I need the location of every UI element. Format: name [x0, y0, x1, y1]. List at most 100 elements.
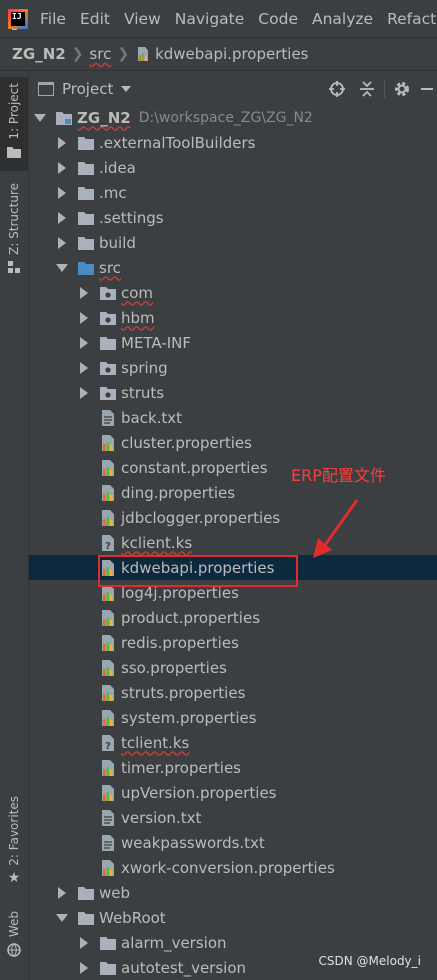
tree-toggle[interactable]	[55, 880, 69, 905]
collapsed-arrow-icon[interactable]	[58, 161, 66, 174]
breadcrumb-project[interactable]: ZG_N2	[12, 45, 66, 63]
tree-row[interactable]: .settings	[29, 205, 437, 230]
tree-row[interactable]: system.properties	[29, 705, 437, 730]
tree-row[interactable]: build	[29, 230, 437, 255]
project-panel-header: Project	[29, 71, 437, 107]
tree-row[interactable]: spring	[29, 355, 437, 380]
tree-row[interactable]: jdbclogger.properties	[29, 505, 437, 530]
tree-toggle[interactable]	[77, 280, 91, 305]
collapsed-arrow-icon[interactable]	[80, 311, 88, 324]
collapsed-arrow-icon[interactable]	[80, 936, 88, 949]
collapsed-arrow-icon[interactable]	[58, 886, 66, 899]
collapsed-arrow-icon[interactable]	[80, 286, 88, 299]
left-tool-window-strip: 1: Project Z: Structure 2: Favorites ★ W…	[0, 71, 29, 980]
tree-item-label: jdbclogger.properties	[121, 508, 281, 527]
tree-toggle[interactable]	[55, 180, 69, 205]
folder-icon	[78, 211, 94, 225]
breadcrumb: ZG_N2 ❯ src ❯ kdwebapi.properties	[0, 37, 437, 71]
tree-row[interactable]: product.properties	[29, 605, 437, 630]
tree-row[interactable]: alarm_version	[29, 930, 437, 955]
properties-file-icon	[102, 659, 114, 676]
collapsed-arrow-icon[interactable]	[58, 211, 66, 224]
tree-toggle[interactable]	[55, 905, 69, 930]
tree-row[interactable]: .idea	[29, 155, 437, 180]
collapsed-arrow-icon[interactable]	[80, 961, 88, 974]
tree-row[interactable]: struts.properties	[29, 680, 437, 705]
tree-row[interactable]: ? tclient.ks	[29, 730, 437, 755]
tree-toggle	[77, 680, 91, 705]
tree-item-label: .externalToolBuilders	[99, 133, 256, 152]
tree-item-label: .settings	[99, 208, 164, 227]
tree-row[interactable]: xwork-conversion.properties	[29, 855, 437, 880]
tree-toggle[interactable]	[77, 930, 91, 955]
tree-toggle	[77, 405, 91, 430]
collapsed-arrow-icon[interactable]	[80, 361, 88, 374]
tree-row[interactable]: weakpasswords.txt	[29, 830, 437, 855]
tree-toggle	[77, 505, 91, 530]
tree-toggle[interactable]	[77, 355, 91, 380]
tree-row[interactable]: version.txt	[29, 805, 437, 830]
tree-row[interactable]: web	[29, 880, 437, 905]
collapsed-arrow-icon[interactable]	[80, 336, 88, 349]
tree-toggle[interactable]	[77, 955, 91, 980]
breadcrumb-src[interactable]: src	[89, 45, 111, 63]
properties-file-icon	[102, 709, 114, 726]
chevron-down-icon[interactable]	[121, 85, 132, 92]
collapse-all-icon[interactable]	[352, 80, 382, 98]
tree-item-label: .mc	[99, 183, 127, 202]
tree-toggle[interactable]	[55, 205, 69, 230]
tree-row[interactable]: back.txt	[29, 405, 437, 430]
tree-toggle[interactable]	[77, 380, 91, 405]
expanded-arrow-icon[interactable]	[56, 263, 68, 272]
tree-toggle[interactable]	[77, 305, 91, 330]
menu-navigate[interactable]: Navigate	[175, 10, 245, 28]
collapsed-arrow-icon[interactable]	[80, 386, 88, 399]
tree-row[interactable]: ? kclient.ks	[29, 530, 437, 555]
tree-row[interactable]: .externalToolBuilders	[29, 130, 437, 155]
tab-project[interactable]: 1: Project	[0, 77, 28, 171]
menu-file[interactable]: File	[40, 10, 66, 28]
tree-row[interactable]: timer.properties	[29, 755, 437, 780]
menu-edit[interactable]: Edit	[80, 10, 110, 28]
tree-toggle[interactable]	[55, 255, 69, 280]
tree-row[interactable]: com	[29, 280, 437, 305]
tree-toggle[interactable]	[33, 105, 47, 130]
tree-row[interactable]: sso.properties	[29, 655, 437, 680]
tree-row[interactable]: META-INF	[29, 330, 437, 355]
tree-item-label: tclient.ks	[121, 733, 190, 752]
tree-row[interactable]: upVersion.properties	[29, 780, 437, 805]
expanded-arrow-icon[interactable]	[34, 113, 46, 122]
collapsed-arrow-icon[interactable]	[58, 136, 66, 149]
tab-favorites-label: 2: Favorites	[7, 796, 21, 866]
tree-row[interactable]: .mc	[29, 180, 437, 205]
tab-structure[interactable]: Z: Structure	[0, 183, 28, 283]
tree-toggle[interactable]	[55, 130, 69, 155]
menu-code[interactable]: Code	[258, 10, 298, 28]
tree-toggle	[77, 630, 91, 655]
tree-row[interactable]: ZG_N2 D:\workspace_ZG\ZG_N2	[29, 105, 437, 130]
gear-icon[interactable]	[387, 80, 417, 98]
tree-row[interactable]: src	[29, 255, 437, 280]
tree-row[interactable]: WebRoot	[29, 905, 437, 930]
expanded-arrow-icon[interactable]	[56, 913, 68, 922]
tree-item-label: timer.properties	[121, 758, 241, 777]
project-view-selector[interactable]: Project	[62, 80, 113, 98]
tree-toggle[interactable]	[55, 230, 69, 255]
hide-panel-icon[interactable]	[417, 87, 437, 91]
menu-analyze[interactable]: Analyze	[312, 10, 373, 28]
collapsed-arrow-icon[interactable]	[58, 186, 66, 199]
tab-web[interactable]: Web	[0, 911, 28, 975]
collapsed-arrow-icon[interactable]	[58, 236, 66, 249]
tree-toggle	[77, 780, 91, 805]
tab-favorites[interactable]: 2: Favorites ★	[0, 796, 28, 896]
tree-toggle[interactable]	[77, 330, 91, 355]
tree-row[interactable]: redis.properties	[29, 630, 437, 655]
tree-toggle[interactable]	[55, 155, 69, 180]
menu-refactor[interactable]: Refactor	[387, 10, 437, 28]
locate-file-icon[interactable]	[322, 80, 352, 98]
tree-row[interactable]: hbm	[29, 305, 437, 330]
tree-row[interactable]: struts	[29, 380, 437, 405]
tree-row[interactable]: cluster.properties	[29, 430, 437, 455]
breadcrumb-file[interactable]: kdwebapi.properties	[135, 45, 308, 63]
menu-view[interactable]: View	[124, 10, 161, 28]
